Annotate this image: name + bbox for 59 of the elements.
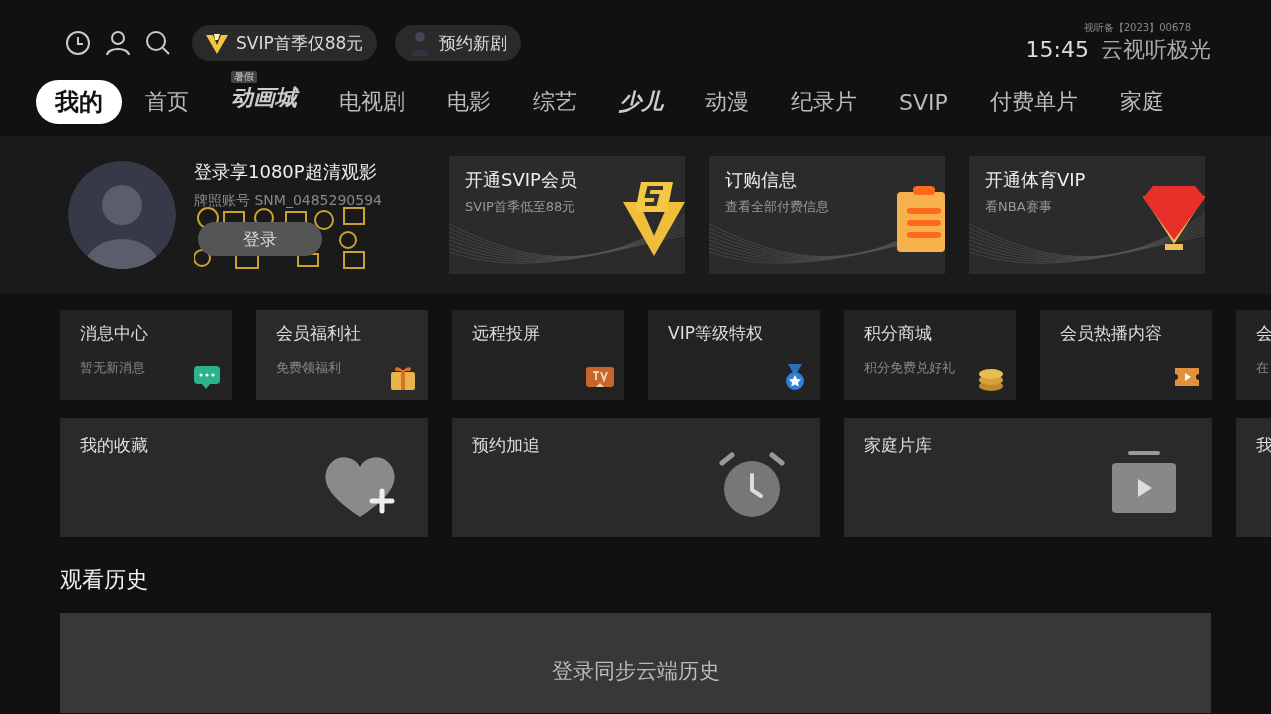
search-icon[interactable] [144, 29, 172, 57]
shortcut-subtitle: 积分免费兑好礼 [864, 359, 956, 377]
nav-tab[interactable]: 电影 [428, 81, 510, 123]
shortcut-title: 会员热播内容 [1060, 322, 1163, 345]
brand-logo: 云视听极光 [1101, 36, 1211, 64]
shortcut-subtitle: 暂无新消息 [80, 359, 146, 377]
library-card[interactable]: 我的收藏 [60, 418, 428, 537]
promo-title: 开通SVIP会员 [465, 168, 578, 192]
license-number: 视听备【2023】00678 [1083, 21, 1191, 35]
nav-tab[interactable]: 家庭 [1100, 81, 1183, 123]
history-icon[interactable] [64, 29, 92, 57]
user-icon[interactable] [104, 29, 132, 57]
shortcut-title: 远程投屏 [472, 322, 541, 345]
tab-badge: 暑假 [231, 71, 257, 83]
shortcut-card[interactable]: 会员福利社 免费领福利 [256, 310, 428, 400]
promo-title: 订购信息 [725, 168, 798, 192]
shortcut-card[interactable]: 积分商城 积分免费兑好礼 [844, 310, 1016, 400]
shortcut-subtitle: 免费领福利 [276, 359, 342, 377]
promo-subtitle: 查看全部付费信息 [725, 198, 830, 216]
nav-tab[interactable]: 首页 [126, 81, 208, 123]
shortcut-card[interactable]: 会员热播内容 [1040, 310, 1212, 400]
shortcut-card[interactable]: 远程投屏 [452, 310, 624, 400]
nav-tab[interactable]: 纪录片 [772, 81, 876, 123]
nav-tab[interactable]: SVIP [880, 83, 967, 121]
nav-tab[interactable]: 付费单片 [970, 81, 1097, 123]
library-card[interactable]: 预约加追 [452, 418, 820, 537]
login-headline: 登录享1080P超清观影 [194, 160, 378, 184]
shortcut-subtitle: 在 [1256, 359, 1270, 377]
clock-time: 15:45 [1025, 37, 1089, 62]
promo-title: 开通体育VIP [985, 168, 1087, 192]
library-title: 我的收藏 [80, 434, 149, 457]
avatar-silhouette-icon [68, 161, 176, 269]
promo-subtitle: 看NBA赛事 [985, 198, 1053, 216]
library-title: 家庭片库 [864, 434, 933, 457]
nav-tab[interactable]: 我的 [36, 80, 122, 124]
account-number: 牌照账号 SNM_0485290594 [194, 192, 383, 210]
promo-pill[interactable]: SVIP首季仅88元 [192, 25, 378, 61]
shortcut-card[interactable]: VIP等级特权 [648, 310, 820, 400]
promo-card[interactable]: 开通体育VIP 看NBA赛事 [969, 156, 1205, 274]
promo-pill[interactable]: 预约新剧 [395, 25, 522, 61]
shortcut-title: 积分商城 [864, 322, 933, 345]
shortcut-title: 会员福利社 [276, 322, 362, 345]
nav-tab[interactable]: 动漫 [686, 81, 768, 123]
nav-tab[interactable]: 暑假 动画城 [212, 71, 316, 119]
library-card[interactable]: 家庭片库 [844, 418, 1212, 537]
history-panel[interactable]: 登录同步云端历史 [60, 613, 1211, 713]
sync-prompt: 登录同步云端历史 [551, 658, 720, 685]
login-button[interactable]: 登录 [198, 222, 322, 256]
nav-tab[interactable]: 电视剧 [320, 81, 424, 123]
shortcut-card[interactable]: 消息中心 暂无新消息 [60, 310, 232, 400]
shortcut-title: VIP等级特权 [668, 322, 764, 345]
nav-tab[interactable]: 综艺 [514, 81, 596, 123]
promo-card[interactable]: 订购信息 查看全部付费信息 [709, 156, 945, 274]
nav-tab[interactable]: 少儿 [600, 81, 682, 123]
promo-subtitle: SVIP首季低至88元 [465, 198, 577, 216]
shortcut-title: 消息中心 [80, 322, 149, 345]
promo-card[interactable]: 开通SVIP会员 SVIP首季低至88元 [449, 156, 685, 274]
library-title: 预约加追 [472, 434, 541, 457]
section-title: 观看历史 [60, 566, 149, 594]
